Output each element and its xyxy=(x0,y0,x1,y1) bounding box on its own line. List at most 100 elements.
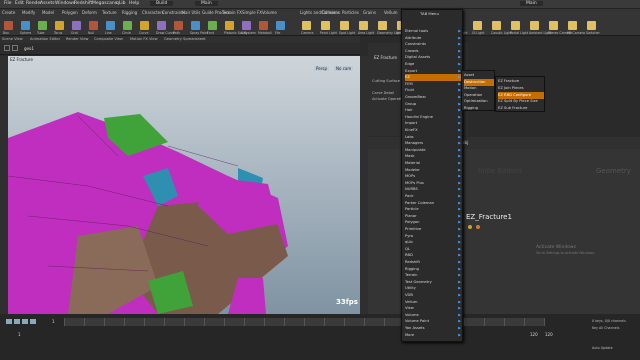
shelf-right-tab[interactable]: Collisions xyxy=(321,10,340,15)
tab-scene-view[interactable]: Scene View xyxy=(2,37,23,41)
light-tool-icon[interactable] xyxy=(321,21,330,30)
tab-menu-item[interactable]: Fluid ▶ xyxy=(405,87,462,93)
shelf-tab[interactable]: Modify xyxy=(22,10,35,15)
shelf-right-tab[interactable]: Grains xyxy=(363,10,376,15)
light-tool-icon[interactable] xyxy=(473,21,482,30)
tab-menu-item[interactable]: Manipulate ▶ xyxy=(405,147,462,153)
tab-menu-item[interactable]: Constraints ▶ xyxy=(405,41,462,47)
tab-menu-item[interactable]: Edge ▶ xyxy=(405,61,462,67)
tab-menu-item[interactable]: Eternal tools ▶ xyxy=(405,28,462,34)
viewport-path[interactable]: geo1 xyxy=(24,46,34,51)
light-tool-icon[interactable] xyxy=(549,21,558,30)
shelf-tool-icon[interactable] xyxy=(38,21,47,30)
tab-menu-item[interactable]: Polygon ▶ xyxy=(405,219,462,225)
shelf-tab[interactable]: Volume xyxy=(262,10,277,15)
tab-menu-item[interactable]: Managers ▶ xyxy=(405,140,462,146)
range-start[interactable]: 1 xyxy=(18,332,21,337)
tab-menu-item[interactable]: Parker Coleman ▶ xyxy=(405,200,462,206)
shelf-right-tab[interactable]: Vellum xyxy=(384,10,398,15)
tab-menu-item[interactable]: Pack ▶ xyxy=(405,193,462,199)
back-icon[interactable] xyxy=(4,45,10,51)
tab-geometry-spreadsheet[interactable]: Geometry Spreadsheet xyxy=(164,37,206,41)
tab-menu-item[interactable]: Crowds ▶ xyxy=(405,48,462,54)
shelf-tab[interactable]: Model xyxy=(42,10,54,15)
next-key-icon[interactable] xyxy=(30,319,36,324)
shelf-tab[interactable]: Texture xyxy=(102,10,117,15)
tab-menu-item[interactable]: Primitive ▶ xyxy=(405,226,462,232)
tab-menu-item[interactable]: Export ▶ xyxy=(405,68,462,74)
shelf-tool-icon[interactable] xyxy=(4,21,13,30)
forward-icon[interactable] xyxy=(12,45,18,51)
menu-edit[interactable]: Edit xyxy=(15,1,24,6)
tab-menu-item[interactable]: Vellum ▶ xyxy=(405,299,462,305)
shelf-tool-icon[interactable] xyxy=(106,21,115,30)
tab-composite-view[interactable]: Composite View xyxy=(94,37,123,41)
tab-menu-item[interactable]: Material ▶ xyxy=(405,160,462,166)
tab-menu-item[interactable]: Yan Assets ▶ xyxy=(405,325,462,331)
scene-viewport[interactable]: EZ Fracture Persp No cam 33fps xyxy=(8,56,360,314)
destruction-submenu-item[interactable]: EZ Sub Fracture xyxy=(498,105,544,112)
light-tool-icon[interactable] xyxy=(359,21,368,30)
shelf-right-tab[interactable]: Particles xyxy=(342,10,359,15)
tab-menu-item[interactable]: More ▶ xyxy=(405,332,462,338)
tab-motion-fx-view[interactable]: Motion FX View xyxy=(130,37,158,41)
tab-menu-item[interactable]: Group ▶ xyxy=(405,101,462,107)
tab-menu-item[interactable]: Digital Assets ▶ xyxy=(405,54,462,60)
tab-menu-item[interactable]: Attribute ▶ xyxy=(405,35,462,41)
tab-menu-item[interactable]: MOPs ▶ xyxy=(405,173,462,179)
desktop-selector[interactable]: Main xyxy=(195,1,218,6)
tab-animation-editor[interactable]: Animation Editor xyxy=(30,37,60,41)
tab-menu-item[interactable]: Planar ▶ xyxy=(405,213,462,219)
menu-file[interactable]: File xyxy=(4,1,12,6)
tab-menu-item[interactable]: KineFX ▶ xyxy=(405,127,462,133)
timeline-ruler[interactable] xyxy=(64,318,545,326)
menu-help[interactable]: Help xyxy=(129,1,139,6)
shelf-tool-icon[interactable] xyxy=(55,21,64,30)
tab-menu-item[interactable]: Volume Paint ▶ xyxy=(405,318,462,324)
light-tool-icon[interactable] xyxy=(340,21,349,30)
tab-menu-item[interactable]: Houdini Engine ▶ xyxy=(405,114,462,120)
tab-menu-item[interactable]: Utility ▶ xyxy=(405,285,462,291)
prev-key-icon[interactable] xyxy=(14,319,20,324)
node-bypass-icon[interactable] xyxy=(476,225,480,229)
shelf-tool-icon[interactable] xyxy=(140,21,149,30)
shelf-tab[interactable]: Characters xyxy=(142,10,164,15)
shelf-tool-icon[interactable] xyxy=(21,21,30,30)
tab-menu-item[interactable]: NURBS ▶ xyxy=(405,186,462,192)
current-frame[interactable]: 1 xyxy=(52,319,55,324)
tab-menu-item[interactable]: GroomBear ▶ xyxy=(405,94,462,100)
tab-menu-item[interactable]: EZ ▶ xyxy=(405,74,462,81)
range-end-global[interactable]: 120 xyxy=(545,332,553,337)
play-icon[interactable] xyxy=(22,319,28,324)
shelf-tool-icon[interactable] xyxy=(72,21,81,30)
shelf-tab[interactable]: Terrain FX xyxy=(222,10,242,15)
tab-menu-item[interactable]: FEM ▶ xyxy=(405,81,462,87)
menu-redshift[interactable]: Redshift xyxy=(74,1,92,6)
tab-menu-item[interactable]: MOPs Plus ▶ xyxy=(405,180,462,186)
tab-menu-item[interactable]: Redshift ▶ xyxy=(405,259,462,265)
light-tool-icon[interactable] xyxy=(568,21,577,30)
node-flag-icon[interactable] xyxy=(468,225,472,229)
shelf-tool-icon[interactable] xyxy=(174,21,183,30)
tab-menu-item[interactable]: Hair ▶ xyxy=(405,107,462,113)
node-name[interactable]: EZ_Fracture1 xyxy=(466,213,512,221)
shelf-tab[interactable]: Simple FX xyxy=(242,10,262,15)
menu-assets[interactable]: Assets xyxy=(40,1,55,6)
ez-submenu-item[interactable]: Rigging xyxy=(464,105,494,112)
auto-update[interactable]: Auto Update xyxy=(592,346,613,350)
shelf-tab[interactable]: Deform xyxy=(82,10,97,15)
tab-menu-item[interactable]: Modeler ▶ xyxy=(405,167,462,173)
menu-windows[interactable]: Windows xyxy=(55,1,75,6)
shelf-tool-icon[interactable] xyxy=(276,21,285,30)
tab-menu-item[interactable]: Mask ▶ xyxy=(405,153,462,159)
tab-menu-item[interactable]: VDB ▶ xyxy=(405,292,462,298)
tab-menu-item[interactable]: qLib ▶ xyxy=(405,239,462,245)
tab-menu-item[interactable]: Test Geometry ▶ xyxy=(405,279,462,285)
menu-megascans[interactable]: Megascans xyxy=(92,1,117,6)
tab-menu-item[interactable]: Pyro ▶ xyxy=(405,233,462,239)
light-tool-icon[interactable] xyxy=(302,21,311,30)
light-tool-icon[interactable] xyxy=(492,21,501,30)
tab-render-view[interactable]: Render View xyxy=(66,37,88,41)
shelf-tab[interactable]: Polygon xyxy=(62,10,78,15)
shelf-tab[interactable]: Create xyxy=(2,10,15,15)
